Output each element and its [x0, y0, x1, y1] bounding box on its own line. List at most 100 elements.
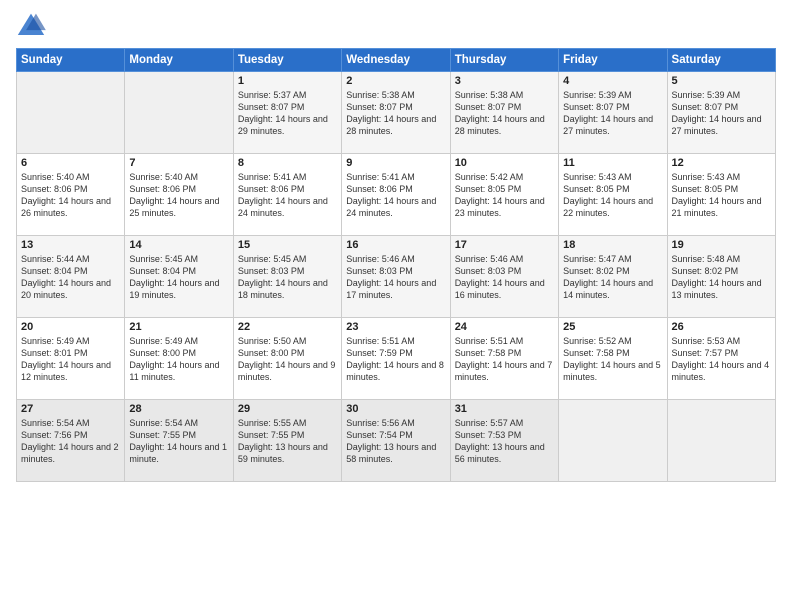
- cell-info: Sunrise: 5:41 AM Sunset: 8:06 PM Dayligh…: [346, 171, 445, 220]
- cell-info: Sunrise: 5:51 AM Sunset: 7:58 PM Dayligh…: [455, 335, 554, 384]
- weekday-header: Monday: [125, 49, 233, 72]
- calendar-cell: 16 Sunrise: 5:46 AM Sunset: 8:03 PM Dayli…: [342, 236, 450, 318]
- calendar-cell: 28Sunrise: 5:54 AM Sunset: 7:55 PM Dayli…: [125, 400, 233, 482]
- weekday-header: Sunday: [17, 49, 125, 72]
- calendar-cell: 6 Sunrise: 5:40 AM Sunset: 8:06 PM Daylig…: [17, 154, 125, 236]
- calendar-cell: 15 Sunrise: 5:45 AM Sunset: 8:03 PM Dayli…: [233, 236, 341, 318]
- weekday-header: Friday: [559, 49, 667, 72]
- day-number: 16: [346, 239, 445, 251]
- calendar-cell: [125, 72, 233, 154]
- cell-info: Sunrise: 5:37 AM Sunset: 8:07 PM Dayligh…: [238, 89, 337, 138]
- calendar-cell: 27 Sunrise: 5:54 AM Sunset: 7:56 PM Dayli…: [17, 400, 125, 482]
- cell-info: Sunrise: 5:40 AM Sunset: 8:06 PM Dayligh…: [129, 171, 228, 220]
- logo: [16, 12, 50, 40]
- weekday-header: Thursday: [450, 49, 558, 72]
- day-number: 24: [455, 321, 554, 333]
- day-number: 28: [129, 403, 228, 415]
- day-number: 9: [346, 157, 445, 169]
- calendar-cell: 30 Sunrise: 5:56 AM Sunset: 7:54 PM Dayli…: [342, 400, 450, 482]
- cell-info: Sunrise: 5:46 AM Sunset: 8:03 PM Dayligh…: [346, 253, 445, 302]
- day-number: 19: [672, 239, 771, 251]
- calendar-cell: 7 Sunrise: 5:40 AM Sunset: 8:06 PM Daylig…: [125, 154, 233, 236]
- calendar-cell: 11 Sunrise: 5:43 AM Sunset: 8:05 PM Dayli…: [559, 154, 667, 236]
- calendar-cell: [667, 400, 775, 482]
- day-number: 5: [672, 75, 771, 87]
- day-number: 17: [455, 239, 554, 251]
- calendar-cell: 8 Sunrise: 5:41 AM Sunset: 8:06 PM Daylig…: [233, 154, 341, 236]
- day-number: 11: [563, 157, 662, 169]
- day-number: 8: [238, 157, 337, 169]
- calendar-cell: 26 Sunrise: 5:53 AM Sunset: 7:57 PM Dayli…: [667, 318, 775, 400]
- cell-info: Sunrise: 5:43 AM Sunset: 8:05 PM Dayligh…: [563, 171, 662, 220]
- day-number: 2: [346, 75, 445, 87]
- calendar-cell: 20 Sunrise: 5:49 AM Sunset: 8:01 PM Dayli…: [17, 318, 125, 400]
- cell-info: Sunrise: 5:39 AM Sunset: 8:07 PM Dayligh…: [672, 89, 771, 138]
- day-number: 7: [129, 157, 228, 169]
- day-number: 6: [21, 157, 120, 169]
- day-number: 10: [455, 157, 554, 169]
- cell-info: Sunrise: 5:43 AM Sunset: 8:05 PM Dayligh…: [672, 171, 771, 220]
- day-number: 27: [21, 403, 120, 415]
- calendar-cell: 2 Sunrise: 5:38 AM Sunset: 8:07 PM Daylig…: [342, 72, 450, 154]
- day-number: 12: [672, 157, 771, 169]
- day-number: 30: [346, 403, 445, 415]
- cell-info: Sunrise: 5:42 AM Sunset: 8:05 PM Dayligh…: [455, 171, 554, 220]
- calendar-cell: 5 Sunrise: 5:39 AM Sunset: 8:07 PM Daylig…: [667, 72, 775, 154]
- calendar-cell: 17 Sunrise: 5:46 AM Sunset: 8:03 PM Dayli…: [450, 236, 558, 318]
- day-number: 21: [129, 321, 228, 333]
- cell-info: Sunrise: 5:49 AM Sunset: 8:01 PM Dayligh…: [21, 335, 120, 384]
- day-number: 18: [563, 239, 662, 251]
- day-number: 23: [346, 321, 445, 333]
- weekday-header: Saturday: [667, 49, 775, 72]
- calendar-cell: 29 Sunrise: 5:55 AM Sunset: 7:55 PM Dayli…: [233, 400, 341, 482]
- calendar-cell: 25Sunrise: 5:52 AM Sunset: 7:58 PM Dayli…: [559, 318, 667, 400]
- cell-info: Sunrise: 5:57 AM Sunset: 7:53 PM Dayligh…: [455, 417, 554, 466]
- day-number: 26: [672, 321, 771, 333]
- cell-info: Sunrise: 5:51 AM Sunset: 7:59 PM Dayligh…: [346, 335, 445, 384]
- cell-info: Sunrise: 5:53 AM Sunset: 7:57 PM Dayligh…: [672, 335, 771, 384]
- day-number: 15: [238, 239, 337, 251]
- cell-info: Sunrise: 5:55 AM Sunset: 7:55 PM Dayligh…: [238, 417, 337, 466]
- day-number: 25: [563, 321, 662, 333]
- calendar-cell: [17, 72, 125, 154]
- cell-info: Sunrise: 5:40 AM Sunset: 8:06 PM Dayligh…: [21, 171, 120, 220]
- calendar-cell: 31 Sunrise: 5:57 AM Sunset: 7:53 PM Dayli…: [450, 400, 558, 482]
- cell-info: Sunrise: 5:39 AM Sunset: 8:07 PM Dayligh…: [563, 89, 662, 138]
- calendar-cell: 22 Sunrise: 5:50 AM Sunset: 8:00 PM Dayli…: [233, 318, 341, 400]
- calendar-cell: 4Sunrise: 5:39 AM Sunset: 8:07 PM Daylig…: [559, 72, 667, 154]
- calendar-cell: 3Sunrise: 5:38 AM Sunset: 8:07 PM Daylig…: [450, 72, 558, 154]
- cell-info: Sunrise: 5:44 AM Sunset: 8:04 PM Dayligh…: [21, 253, 120, 302]
- cell-info: Sunrise: 5:49 AM Sunset: 8:00 PM Dayligh…: [129, 335, 228, 384]
- cell-info: Sunrise: 5:50 AM Sunset: 8:00 PM Dayligh…: [238, 335, 337, 384]
- day-number: 1: [238, 75, 337, 87]
- page-header: [16, 12, 776, 40]
- cell-info: Sunrise: 5:46 AM Sunset: 8:03 PM Dayligh…: [455, 253, 554, 302]
- calendar-table: SundayMondayTuesdayWednesdayThursdayFrid…: [16, 48, 776, 482]
- calendar-cell: [559, 400, 667, 482]
- weekday-header: Tuesday: [233, 49, 341, 72]
- logo-icon: [16, 12, 46, 40]
- day-number: 22: [238, 321, 337, 333]
- day-number: 29: [238, 403, 337, 415]
- day-number: 20: [21, 321, 120, 333]
- cell-info: Sunrise: 5:38 AM Sunset: 8:07 PM Dayligh…: [455, 89, 554, 138]
- calendar-cell: 10 Sunrise: 5:42 AM Sunset: 8:05 PM Dayli…: [450, 154, 558, 236]
- cell-info: Sunrise: 5:56 AM Sunset: 7:54 PM Dayligh…: [346, 417, 445, 466]
- weekday-header: Wednesday: [342, 49, 450, 72]
- cell-info: Sunrise: 5:45 AM Sunset: 8:03 PM Dayligh…: [238, 253, 337, 302]
- calendar-cell: 13Sunrise: 5:44 AM Sunset: 8:04 PM Dayli…: [17, 236, 125, 318]
- cell-info: Sunrise: 5:41 AM Sunset: 8:06 PM Dayligh…: [238, 171, 337, 220]
- calendar-cell: 24 Sunrise: 5:51 AM Sunset: 7:58 PM Dayli…: [450, 318, 558, 400]
- cell-info: Sunrise: 5:38 AM Sunset: 8:07 PM Dayligh…: [346, 89, 445, 138]
- calendar-cell: 18Sunrise: 5:47 AM Sunset: 8:02 PM Dayli…: [559, 236, 667, 318]
- calendar-cell: 1 Sunrise: 5:37 AM Sunset: 8:07 PM Daylig…: [233, 72, 341, 154]
- day-number: 14: [129, 239, 228, 251]
- calendar-cell: 9 Sunrise: 5:41 AM Sunset: 8:06 PM Daylig…: [342, 154, 450, 236]
- calendar-cell: 14Sunrise: 5:45 AM Sunset: 8:04 PM Dayli…: [125, 236, 233, 318]
- day-number: 31: [455, 403, 554, 415]
- calendar-cell: 19 Sunrise: 5:48 AM Sunset: 8:02 PM Dayli…: [667, 236, 775, 318]
- cell-info: Sunrise: 5:54 AM Sunset: 7:56 PM Dayligh…: [21, 417, 120, 466]
- cell-info: Sunrise: 5:48 AM Sunset: 8:02 PM Dayligh…: [672, 253, 771, 302]
- calendar-cell: 23 Sunrise: 5:51 AM Sunset: 7:59 PM Dayli…: [342, 318, 450, 400]
- calendar-cell: 12 Sunrise: 5:43 AM Sunset: 8:05 PM Dayli…: [667, 154, 775, 236]
